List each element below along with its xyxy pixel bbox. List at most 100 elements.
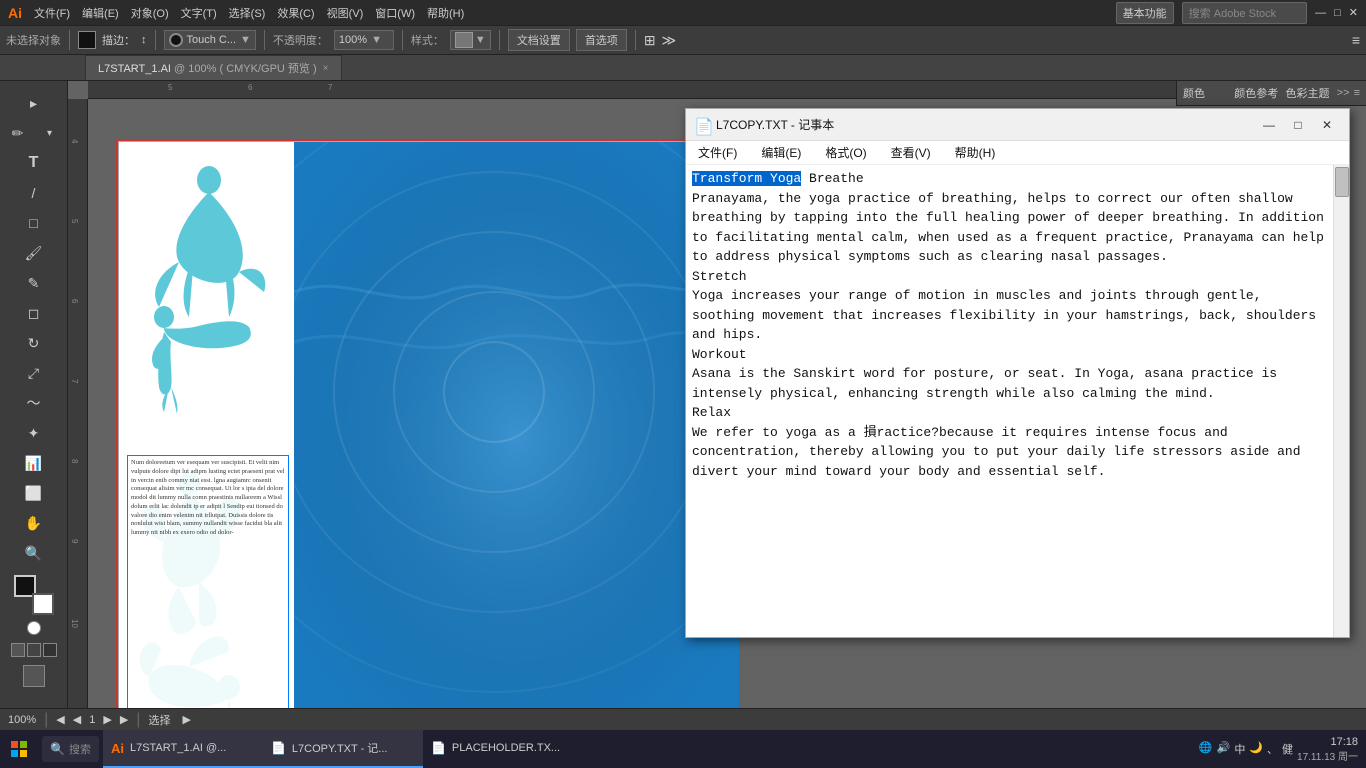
pen-sub-tool[interactable]: ▾	[35, 119, 65, 147]
stroke-swatch[interactable]	[32, 593, 54, 615]
brush-select[interactable]: Touch C... ▼	[164, 30, 256, 50]
taskbar-search-box[interactable]: 🔍 搜索	[42, 736, 99, 762]
scrollbar-thumb[interactable]	[1335, 167, 1349, 197]
tab-zoom-val: 100%	[188, 63, 216, 75]
np-menu-help[interactable]: 帮助(H)	[949, 142, 1002, 163]
type-tool[interactable]: T	[19, 149, 49, 177]
moon-icon[interactable]: 🌙	[1249, 741, 1263, 757]
notepad-titlebar: 📄 L7COPY.TXT - 记事本 — □ ✕	[686, 109, 1349, 141]
pen-tool[interactable]: ✏	[3, 119, 33, 147]
eraser-tool[interactable]: ◻	[19, 299, 49, 327]
taskbar-app-illustrator[interactable]: Ai L7START_1.AI @...	[103, 730, 263, 768]
notepad-maximize-btn[interactable]: □	[1284, 114, 1312, 136]
page-nav-next2[interactable]: ▶	[120, 713, 128, 726]
fill-color-box[interactable]	[78, 31, 96, 49]
hand-tool[interactable]: ✋	[19, 509, 49, 537]
close-app-btn[interactable]: ✕	[1349, 6, 1358, 19]
notepad-text-viewer[interactable]: Transform Yoga Breathe Pranayama, the yo…	[686, 165, 1333, 637]
menu-text[interactable]: 文字(T)	[181, 5, 217, 21]
paint-behind-btn[interactable]	[27, 643, 41, 657]
opacity-dropdown-arrow[interactable]: ▼	[371, 34, 382, 46]
ime-icon[interactable]: 中	[1234, 741, 1245, 757]
status-sep2: |	[136, 711, 140, 729]
zoom-tool[interactable]: 🔍	[19, 539, 49, 567]
menu-view[interactable]: 视图(V)	[327, 5, 364, 21]
taskbar-app-notepad2[interactable]: 📄 PLACEHOLDER.TX...	[423, 730, 583, 768]
panel-menu-btn[interactable]: ≡	[1354, 87, 1360, 99]
text-frame[interactable]: Num doloreetum ver esequam ver suscipist…	[127, 455, 289, 713]
np-menu-view[interactable]: 查看(V)	[885, 142, 937, 163]
pencil-tool[interactable]: ✎	[19, 269, 49, 297]
scale-tool[interactable]: ⤢	[19, 359, 49, 387]
notepad-close-btn[interactable]: ✕	[1313, 114, 1341, 136]
menu-file[interactable]: 文件(F)	[34, 5, 70, 21]
menu-object[interactable]: 对象(O)	[131, 5, 169, 21]
ruler-mark-left-6: 6	[70, 299, 79, 303]
preferences-btn[interactable]: 首选项	[576, 29, 627, 51]
document-tab[interactable]: L7START_1.AI @ 100% ( CMYK/GPU 预览 ) ×	[85, 55, 342, 80]
menu-select[interactable]: 选择(S)	[229, 5, 266, 21]
notepad-scrollbar[interactable]	[1333, 165, 1349, 637]
notepad-icon: 📄	[694, 117, 710, 133]
style-preview	[455, 32, 473, 48]
ruler-mark-left-5: 5	[70, 219, 79, 223]
page-nav-next[interactable]: ▶	[103, 713, 111, 726]
menu-edit[interactable]: 编辑(E)	[82, 5, 119, 21]
arrange-icon[interactable]: ⊞	[644, 32, 656, 49]
symbol-tool[interactable]: ✦	[19, 419, 49, 447]
screen-mode-btn[interactable]	[23, 665, 45, 687]
opacity-select[interactable]: 100% ▼	[334, 30, 394, 50]
artboard-tool[interactable]: ⬜	[19, 479, 49, 507]
ruler-mark-left-4: 4	[70, 139, 79, 143]
minimize-app-btn[interactable]: —	[1315, 7, 1326, 19]
status-sep: |	[44, 711, 48, 729]
body-text: Breathe Pranayama, the yoga practice of …	[692, 171, 1324, 479]
rotate-tool[interactable]: ↻	[19, 329, 49, 357]
doc-settings-btn[interactable]: 文档设置	[508, 29, 570, 51]
warp-tool[interactable]: 〜	[19, 389, 49, 417]
taskbar-clock[interactable]: 17:18 17.11.13 周一	[1297, 736, 1358, 763]
menu-help[interactable]: 帮助(H)	[427, 5, 464, 21]
zoom-value: 100%	[8, 714, 36, 726]
tab-paren-close: )	[313, 63, 317, 75]
panel-expand-btn[interactable]: >>	[1337, 87, 1350, 99]
np-menu-format[interactable]: 格式(O)	[819, 142, 872, 163]
clock-date: 17.11.13 周一	[1297, 748, 1358, 763]
more-tools-icon[interactable]: ≫	[662, 32, 677, 49]
style-select[interactable]: ▼	[450, 30, 491, 50]
brush-dropdown-arrow[interactable]: ▼	[240, 34, 251, 46]
page-number: 1	[89, 714, 95, 726]
restore-app-btn[interactable]: □	[1334, 7, 1341, 19]
keyboard-icon[interactable]: 健	[1282, 741, 1293, 757]
windows-logo-icon	[11, 741, 27, 757]
menu-icon[interactable]: ≡	[1352, 32, 1360, 48]
artboard-left-panel: Num doloreetum ver esequam ver suscipist…	[119, 142, 294, 713]
rectangle-tool[interactable]: □	[19, 209, 49, 237]
paint-inside-btn[interactable]	[43, 643, 57, 657]
menu-window[interactable]: 窗口(W)	[375, 5, 415, 21]
paintbrush-tool[interactable]: 🖌	[19, 239, 49, 267]
tab-close-btn[interactable]: ×	[323, 63, 329, 74]
none-color-btn[interactable]	[27, 621, 41, 635]
menu-effect[interactable]: 效果(C)	[277, 5, 314, 21]
line-tool[interactable]: /	[19, 179, 49, 207]
graph-tool[interactable]: 📊	[19, 449, 49, 477]
network-icon[interactable]: 🌐	[1199, 741, 1213, 757]
style-dropdown-arrow[interactable]: ▼	[475, 34, 486, 46]
taskbar-app-notepad1[interactable]: 📄 L7COPY.TXT - 记...	[263, 730, 423, 768]
health-icon[interactable]: 、	[1267, 741, 1278, 757]
search-adobe-stock[interactable]: 搜索 Adobe Stock	[1182, 2, 1307, 24]
notepad2-taskbar-icon: 📄	[431, 741, 446, 755]
basic-mode-btn[interactable]: 基本功能	[1116, 2, 1174, 24]
paint-normal-btn[interactable]	[11, 643, 25, 657]
start-button[interactable]	[0, 730, 38, 768]
page-nav-prev[interactable]: ◀	[56, 713, 64, 726]
notepad-minimize-btn[interactable]: —	[1255, 114, 1283, 136]
tab-filename-text: L7START_1.AI	[98, 63, 171, 75]
np-menu-file[interactable]: 文件(F)	[692, 142, 743, 163]
np-menu-edit[interactable]: 编辑(E)	[755, 142, 807, 163]
selection-tool[interactable]: ▸	[19, 89, 49, 117]
status-dropdown[interactable]: ▶	[182, 713, 190, 726]
page-nav-prev2[interactable]: ◀	[73, 713, 81, 726]
volume-icon[interactable]: 🔊	[1217, 741, 1231, 757]
